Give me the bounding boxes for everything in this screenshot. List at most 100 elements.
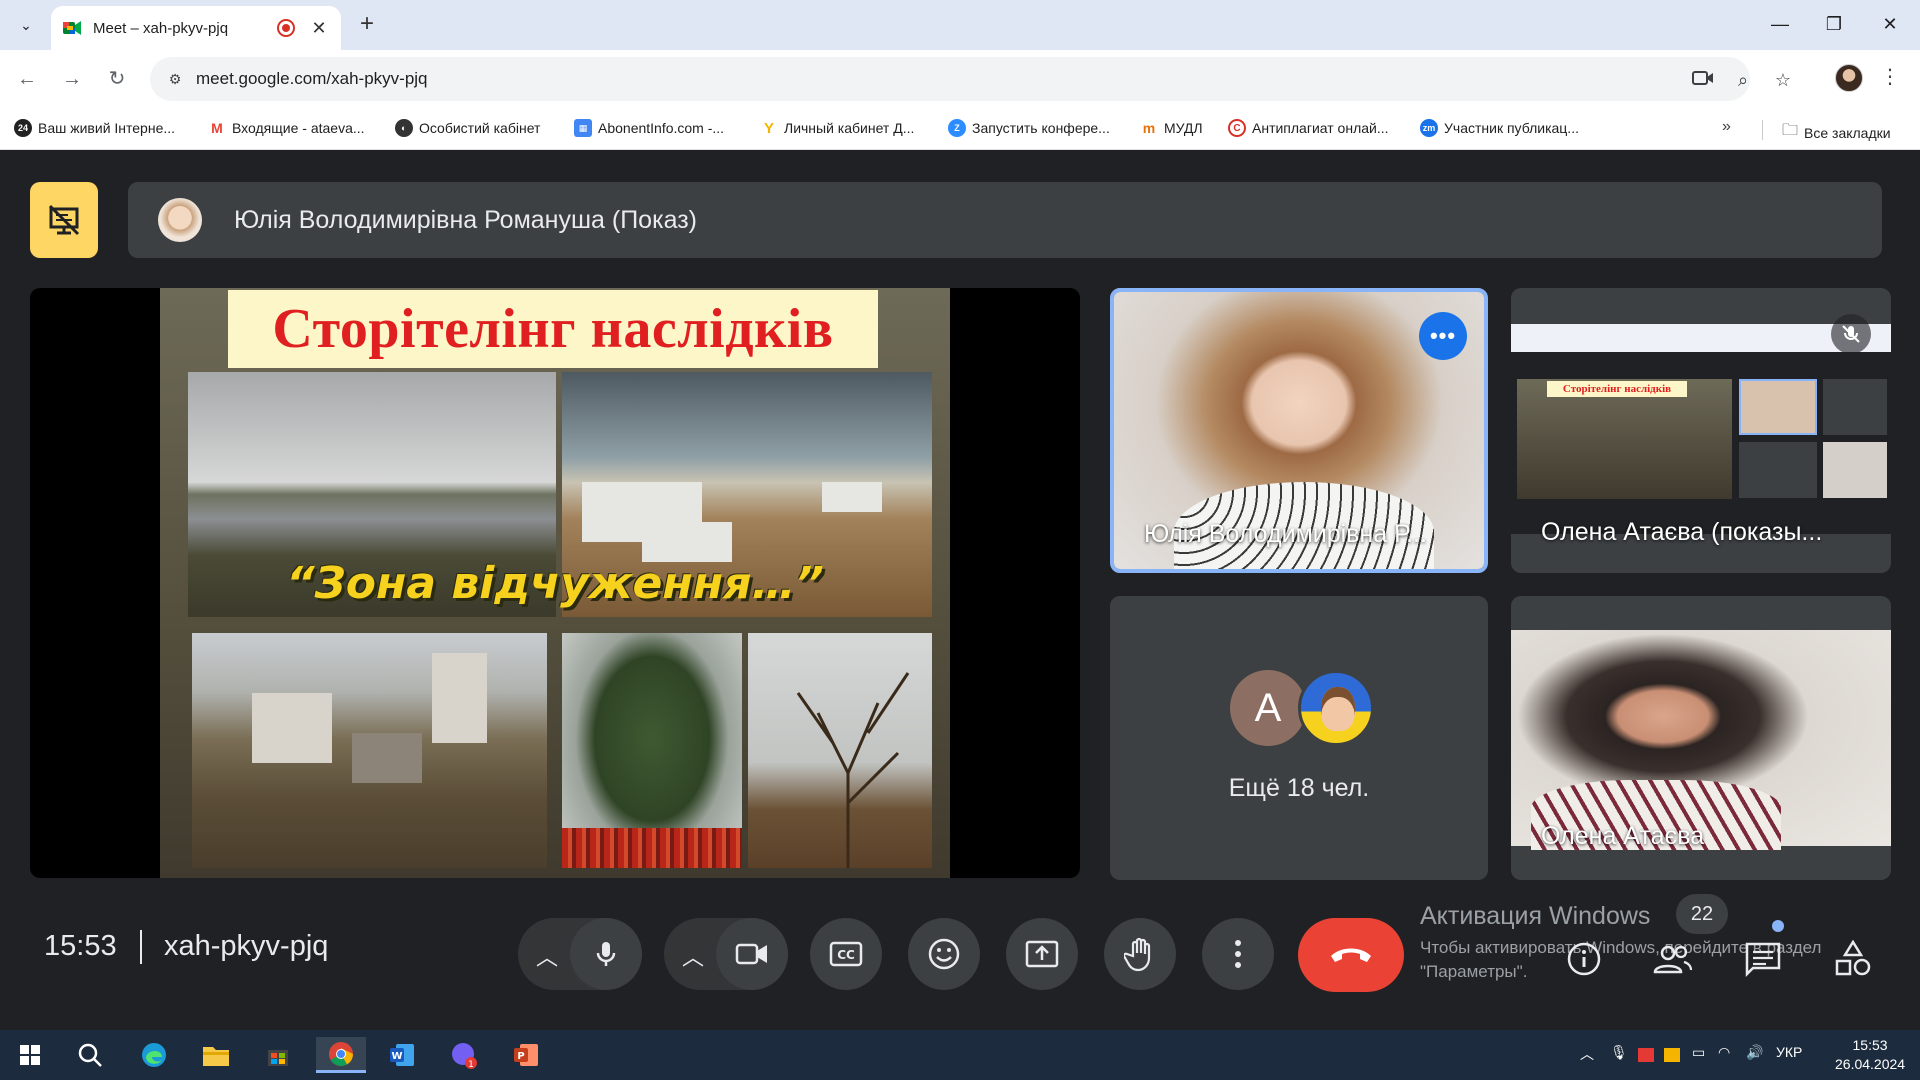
hand-icon [1124, 937, 1151, 972]
search-button[interactable] [70, 1037, 110, 1073]
reload-button[interactable]: ↻ [102, 64, 132, 94]
tray-overflow-icon[interactable]: ︿ [1580, 1044, 1594, 1064]
taskbar-clock[interactable]: 15:53 26.04.2024 [1835, 1036, 1905, 1074]
taskbar-viber[interactable]: 1 [444, 1037, 484, 1073]
taskbar-explorer[interactable] [196, 1037, 236, 1073]
participant-name: Олена Атаєва [1541, 822, 1705, 850]
bookmarks-bar: 24 Ваш живий Інтерне... M Входящие - ataev… [0, 108, 1920, 150]
zoom-app-icon: Z [948, 119, 966, 137]
others-tile[interactable]: A Ещё 18 чел. [1110, 596, 1488, 880]
participant-tile-speaker[interactable]: ••• Юлія Володимирівна Р... [1110, 288, 1488, 573]
edge-icon [142, 1043, 166, 1067]
microphone-button[interactable] [570, 918, 642, 990]
participant-name: Олена Атаєва (показы... [1541, 518, 1823, 546]
people-button[interactable] [1650, 936, 1696, 982]
window-close-button[interactable]: ✕ [1870, 8, 1910, 40]
notification-dot [1772, 920, 1784, 932]
new-tab-button[interactable]: + [352, 10, 382, 40]
profile-avatar[interactable] [1835, 64, 1863, 92]
browser-toolbar: ← → ↻ ⚙ meet.google.com/xah-pkyv-pjq ⌕ ☆… [0, 50, 1920, 108]
svg-text:CC: CC [837, 948, 855, 962]
taskbar-powerpoint[interactable]: P [506, 1037, 546, 1073]
bookmark-item[interactable]: zm Участник публикац... [1420, 119, 1579, 137]
captions-button[interactable]: CC [810, 918, 882, 990]
meeting-clock: 15:53 [44, 930, 117, 962]
camera-in-use-icon[interactable] [1690, 67, 1716, 93]
taskbar-word[interactable]: W [382, 1037, 422, 1073]
reload-icon: ↻ [108, 68, 126, 90]
bookmark-icon: Y [760, 119, 778, 137]
bookmark-item[interactable]: ◐ Особистий кабінет [395, 119, 540, 137]
activities-button[interactable] [1830, 936, 1876, 982]
google-meet-icon [63, 20, 81, 36]
camera-icon [735, 943, 767, 965]
language-indicator[interactable]: УКР [1776, 1044, 1802, 1060]
camera-button[interactable] [716, 918, 788, 990]
address-bar[interactable]: ⚙ meet.google.com/xah-pkyv-pjq ⌕ ☆ [150, 57, 1791, 101]
tray-app-icon[interactable] [1664, 1048, 1680, 1062]
site-info-icon[interactable]: ⚙ [164, 68, 186, 90]
tray-mic-icon[interactable]: 🎙 [1610, 1044, 1628, 1061]
restore-button[interactable]: ❐ [1814, 8, 1854, 40]
browser-menu-icon[interactable]: ⋮ [1880, 64, 1900, 89]
bookmark-item[interactable]: Y Личный кабинет Д... [760, 119, 914, 137]
close-icon[interactable]: ✕ [309, 18, 329, 39]
microphone-control: ︿ [518, 918, 642, 990]
minimize-button[interactable]: — [1760, 8, 1800, 40]
start-button[interactable] [10, 1037, 50, 1073]
presenter-banner: Юлія Володимирівна Романуша (Показ) [128, 182, 1882, 258]
raise-hand-button[interactable] [1104, 918, 1176, 990]
participant-tile-screenshare[interactable]: Сторітелінг наслідків Олена Атаєва (пока… [1511, 288, 1891, 573]
taskbar-chrome[interactable] [316, 1037, 366, 1073]
all-bookmarks-button[interactable]: 🗀 Все закладки [1782, 119, 1891, 146]
battery-icon[interactable]: ▭ [1692, 1044, 1705, 1061]
bookmark-item[interactable]: Z Запустить конфере... [948, 119, 1110, 137]
url-text[interactable]: meet.google.com/xah-pkyv-pjq [196, 69, 428, 89]
back-button[interactable]: ← [12, 64, 42, 94]
present-screen-button[interactable] [1006, 918, 1078, 990]
meeting-details-button[interactable] [1561, 936, 1607, 982]
tray-app-icon[interactable] [1638, 1048, 1654, 1062]
presentation-slide: Сторітелінг наслідків “Зона відчуження…” [160, 288, 950, 878]
wifi-icon[interactable]: ◠ [1718, 1044, 1730, 1061]
volume-icon[interactable]: 🔊 [1746, 1044, 1763, 1061]
presenter-name: Юлія Володимирівна Романуша (Показ) [234, 206, 697, 234]
bookmark-item[interactable]: m МУДЛ [1140, 119, 1203, 137]
recording-icon [277, 19, 295, 37]
viber-icon: 1 [452, 1043, 477, 1070]
bookmark-item[interactable]: 24 Ваш живий Інтерне... [14, 119, 175, 137]
bookmark-icon: ◐ [395, 119, 413, 137]
folder-icon: 🗀 [1782, 122, 1799, 139]
bookmark-item[interactable]: C Антиплагиат онлай... [1228, 119, 1389, 137]
powerpoint-icon: P [514, 1044, 538, 1066]
more-options-button[interactable] [1202, 918, 1274, 990]
bookmarks-overflow-icon[interactable]: » [1722, 118, 1731, 136]
presentation-stage[interactable]: Сторітелінг наслідків “Зона відчуження…” [30, 288, 1080, 878]
reactions-button[interactable] [908, 918, 980, 990]
tab-strip: ⌄ Meet – xah-pkyv-pjq ✕ + — ❐ ✕ [0, 0, 1920, 50]
meeting-code: xah-pkyv-pjq [164, 930, 329, 962]
chevron-up-icon[interactable]: ︿ [536, 940, 558, 972]
tab-search-button[interactable]: ⌄ [10, 9, 42, 41]
more-options-button[interactable]: ••• [1419, 312, 1467, 360]
leave-call-button[interactable] [1298, 918, 1404, 992]
slide-photo-bare-tree [748, 633, 932, 868]
more-vertical-icon [1235, 940, 1241, 968]
taskbar-store[interactable] [258, 1037, 298, 1073]
microphone-icon [596, 942, 616, 966]
meet-area: Юлія Володимирівна Романуша (Показ) Стор… [0, 150, 1920, 1030]
presentation-off-icon [48, 204, 80, 236]
divider [140, 930, 142, 964]
chat-button[interactable] [1740, 936, 1786, 982]
participant-tile[interactable]: Олена Атаєва [1511, 596, 1891, 880]
tab-meet[interactable]: Meet – xah-pkyv-pjq ✕ [51, 6, 341, 50]
bookmark-item[interactable]: ▦ AbonentInfo.com -... [574, 119, 724, 137]
taskbar-edge[interactable] [134, 1037, 174, 1073]
bookmark-item[interactable]: M Входящие - ataeva... [208, 119, 365, 137]
bookmark-star-icon[interactable]: ☆ [1770, 67, 1796, 93]
forward-button[interactable]: → [57, 64, 87, 94]
stop-presenting-button[interactable] [30, 182, 98, 258]
chevron-up-icon[interactable]: ︿ [682, 940, 704, 972]
zoom-icon[interactable]: ⌕ [1730, 67, 1756, 93]
slide-photo-abandoned-buildings [192, 633, 547, 868]
